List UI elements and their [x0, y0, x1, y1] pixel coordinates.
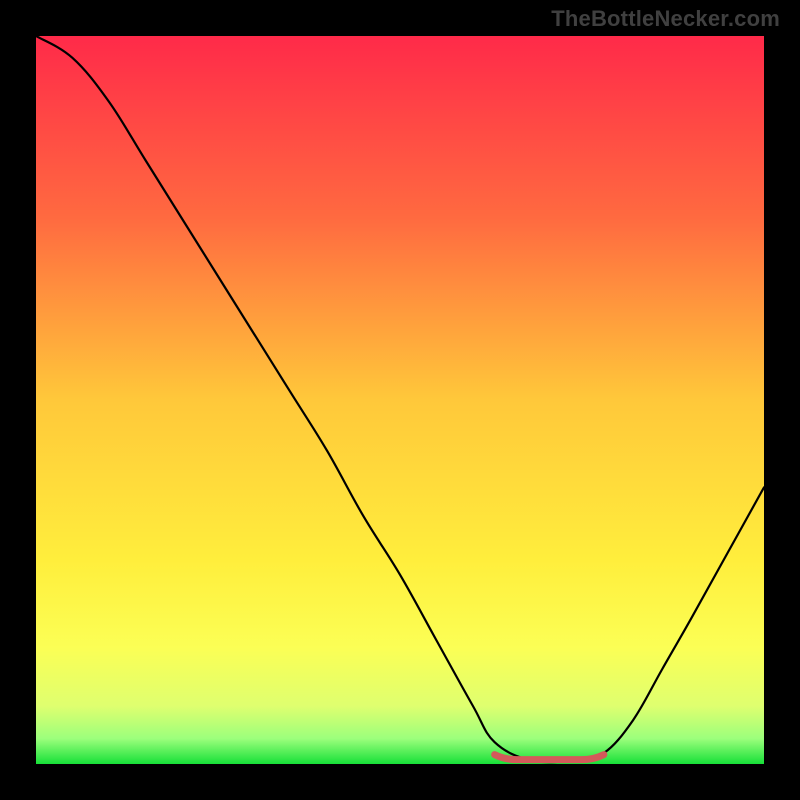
plot-area	[36, 36, 764, 764]
gradient-background	[36, 36, 764, 764]
plot-svg	[36, 36, 764, 764]
chart-frame: TheBottleNecker.com	[0, 0, 800, 800]
watermark-text: TheBottleNecker.com	[551, 6, 780, 32]
